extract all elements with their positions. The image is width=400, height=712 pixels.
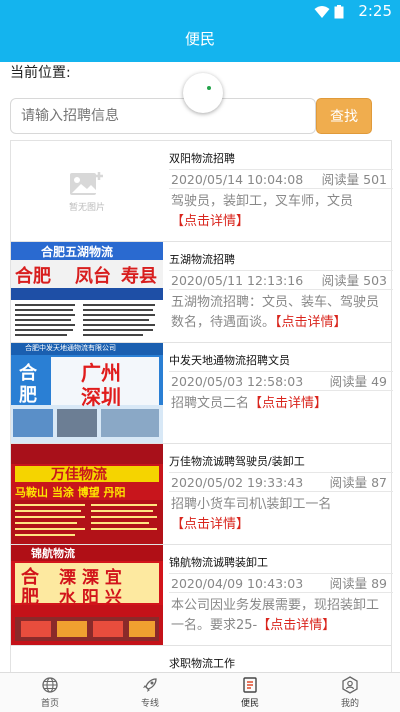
- poster-city-shenzhen: 深圳: [81, 385, 121, 409]
- list-item[interactable]: 合肥五湖物流 合肥 凤台 寿县 五湖物流招聘 2020/05/11 12:13:…: [10, 241, 393, 342]
- view-detail-link[interactable]: 【点击详情】: [275, 315, 347, 330]
- no-image-label: 暂无图片: [68, 202, 105, 213]
- tab-home[interactable]: 首页: [0, 673, 100, 712]
- tab-label: 便民: [240, 699, 259, 709]
- poster-city-fei: 肥: [21, 587, 39, 608]
- image-placeholder-icon: [70, 171, 103, 195]
- post-read-count: 阅读量 49: [329, 374, 387, 389]
- post-summary: 招聘小货车司机\装卸工一名: [171, 497, 332, 512]
- current-location-label: 当前位置:: [10, 65, 71, 81]
- poster-heading: 万佳物流: [51, 467, 107, 483]
- status-time: 2:25: [358, 2, 392, 20]
- tab-mine[interactable]: 我的: [300, 673, 400, 712]
- tab-label: 我的: [340, 699, 359, 709]
- wifi-icon: [314, 6, 330, 18]
- post-read-count: 阅读量 501: [321, 172, 387, 187]
- post-thumbnail: 万佳物流 马鞍山 当涂 博望 丹阳: [11, 444, 163, 544]
- poster-city-fengtai: 凤台: [75, 266, 111, 287]
- refresh-spinner: [183, 73, 223, 113]
- tab-label: 首页: [40, 699, 59, 709]
- list-item[interactable]: 万佳物流 马鞍山 当涂 博望 丹阳 万佳物流诚聘驾驶员/装卸工 2020/05/…: [10, 443, 393, 544]
- post-title[interactable]: 锦航物流诚聘装卸工: [169, 554, 268, 570]
- post-thumbnail: 锦航物流 合 肥 溧 溧 宜 水 阳 兴: [11, 545, 163, 645]
- post-title[interactable]: 求职物流工作: [169, 655, 235, 671]
- tab-label: 专线: [140, 699, 159, 709]
- document-icon: [243, 677, 257, 693]
- view-detail-link[interactable]: 【点击详情】: [171, 517, 249, 532]
- post-meta: 2020/04/09 10:43:03 阅读量 89: [169, 573, 393, 593]
- post-description: 驾驶员，装卸工，叉车师，文员 【点击详情】: [171, 192, 389, 232]
- view-detail-link[interactable]: 【点击详情】: [171, 214, 249, 229]
- view-detail-link[interactable]: 【点击详情】: [249, 396, 327, 411]
- post-title[interactable]: 万佳物流诚聘驾驶员/装卸工: [169, 453, 305, 469]
- search-button[interactable]: 查找: [316, 98, 372, 134]
- job-post-list: 暂无图片 双阳物流招聘 2020/05/14 10:04:08 阅读量 501 …: [10, 140, 393, 686]
- tab-convenience[interactable]: 便民: [200, 673, 300, 712]
- status-bar: 2:25: [0, 0, 400, 24]
- post-meta: 2020/05/11 12:13:16 阅读量 503: [169, 270, 393, 290]
- user-icon: [342, 676, 358, 694]
- poster-company: 合肥中发天地通物流有限公司: [25, 344, 116, 352]
- post-date: 2020/05/11 12:13:16: [171, 273, 304, 288]
- rocket-icon: [143, 678, 157, 692]
- post-summary: 招聘文员二名: [171, 396, 250, 411]
- list-item[interactable]: 合肥中发天地通物流有限公司 合 肥 广州 深圳 中发天地通物流招聘文员 2020…: [10, 342, 393, 443]
- poster-city-hefei: 合肥: [15, 266, 51, 287]
- page-title: 便民: [0, 24, 400, 62]
- search-input[interactable]: [10, 98, 316, 134]
- poster-heading: 合肥五湖物流: [41, 245, 114, 259]
- post-description: 招聘文员二名【点击详情】: [171, 394, 389, 414]
- tab-lines[interactable]: 专线: [100, 673, 200, 712]
- post-date: 2020/04/09 10:43:03: [171, 576, 304, 591]
- globe-icon: [42, 677, 58, 693]
- battery-icon: [334, 5, 344, 19]
- post-title[interactable]: 双阳物流招聘: [169, 150, 235, 166]
- list-item[interactable]: 暂无图片 双阳物流招聘 2020/05/14 10:04:08 阅读量 501 …: [10, 140, 393, 241]
- post-description: 招聘小货车司机\装卸工一名 【点击详情】: [171, 495, 389, 535]
- post-meta: 2020/05/14 10:04:08 阅读量 501: [169, 169, 393, 189]
- bottom-tab-bar: 首页 专线 便民 我的: [0, 672, 400, 712]
- view-detail-link[interactable]: 【点击详情】: [257, 618, 335, 633]
- post-date: 2020/05/02 19:33:43: [171, 475, 304, 490]
- post-thumbnail: 合肥五湖物流 合肥 凤台 寿县: [11, 242, 163, 342]
- post-read-count: 阅读量 89: [329, 576, 387, 591]
- spinner-dot: [207, 86, 211, 90]
- post-description: 五湖物流招聘：文员、装车、驾驶员数名，待遇面谈。【点击详情】: [171, 293, 389, 333]
- list-item[interactable]: 锦航物流 合 肥 溧 溧 宜 水 阳 兴 锦航物流诚聘装卸工 2020/04/0…: [10, 544, 393, 645]
- post-date: 2020/05/14 10:04:08: [171, 172, 304, 187]
- post-description: 本公司因业务发展需要，现招装卸工一名。要求25-【点击详情】: [171, 596, 389, 636]
- post-read-count: 阅读量 87: [329, 475, 387, 490]
- status-icons: [314, 5, 344, 19]
- post-read-count: 阅读量 503: [321, 273, 387, 288]
- poster-city-fei: 肥: [19, 385, 37, 406]
- poster-city-shouxian: 寿县: [121, 266, 157, 287]
- post-thumbnail: 合肥中发天地通物流有限公司 合 肥 广州 深圳: [11, 343, 163, 443]
- poster-heading: 锦航物流: [31, 547, 75, 560]
- post-title[interactable]: 中发天地通物流招聘文员: [169, 352, 290, 368]
- post-thumbnail: 暂无图片: [11, 141, 163, 241]
- post-date: 2020/05/03 12:58:03: [171, 374, 304, 389]
- poster-cities: 马鞍山 当涂 博望 丹阳: [15, 486, 126, 499]
- post-meta: 2020/05/03 12:58:03 阅读量 49: [169, 371, 393, 391]
- post-title[interactable]: 五湖物流招聘: [169, 251, 235, 267]
- post-meta: 2020/05/02 19:33:43 阅读量 87: [169, 472, 393, 492]
- poster-cities-bottom: 水 阳 兴: [59, 588, 122, 608]
- post-summary: 驾驶员，装卸工，叉车师，文员: [171, 194, 354, 209]
